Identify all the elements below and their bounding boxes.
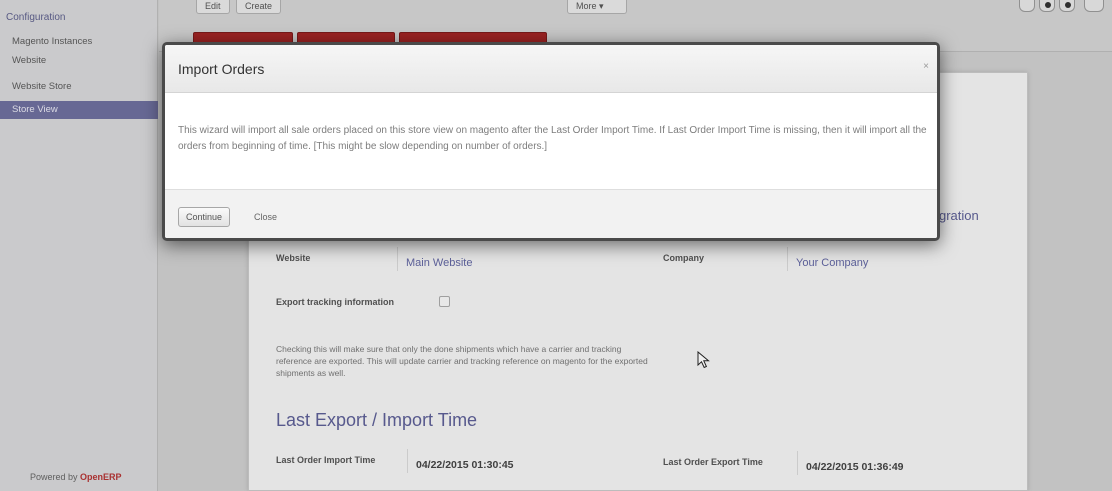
dialog-footer: Continue Close — [165, 189, 937, 238]
dialog-header: Import Orders × — [165, 45, 937, 93]
close-button[interactable]: Close — [254, 212, 277, 222]
import-orders-dialog: Import Orders × This wizard will import … — [162, 42, 940, 241]
continue-button[interactable]: Continue — [178, 207, 231, 227]
dialog-body-text: This wizard will import all sale orders … — [178, 125, 927, 152]
close-icon[interactable]: × — [923, 61, 929, 72]
dialog-title: Import Orders — [178, 61, 265, 77]
